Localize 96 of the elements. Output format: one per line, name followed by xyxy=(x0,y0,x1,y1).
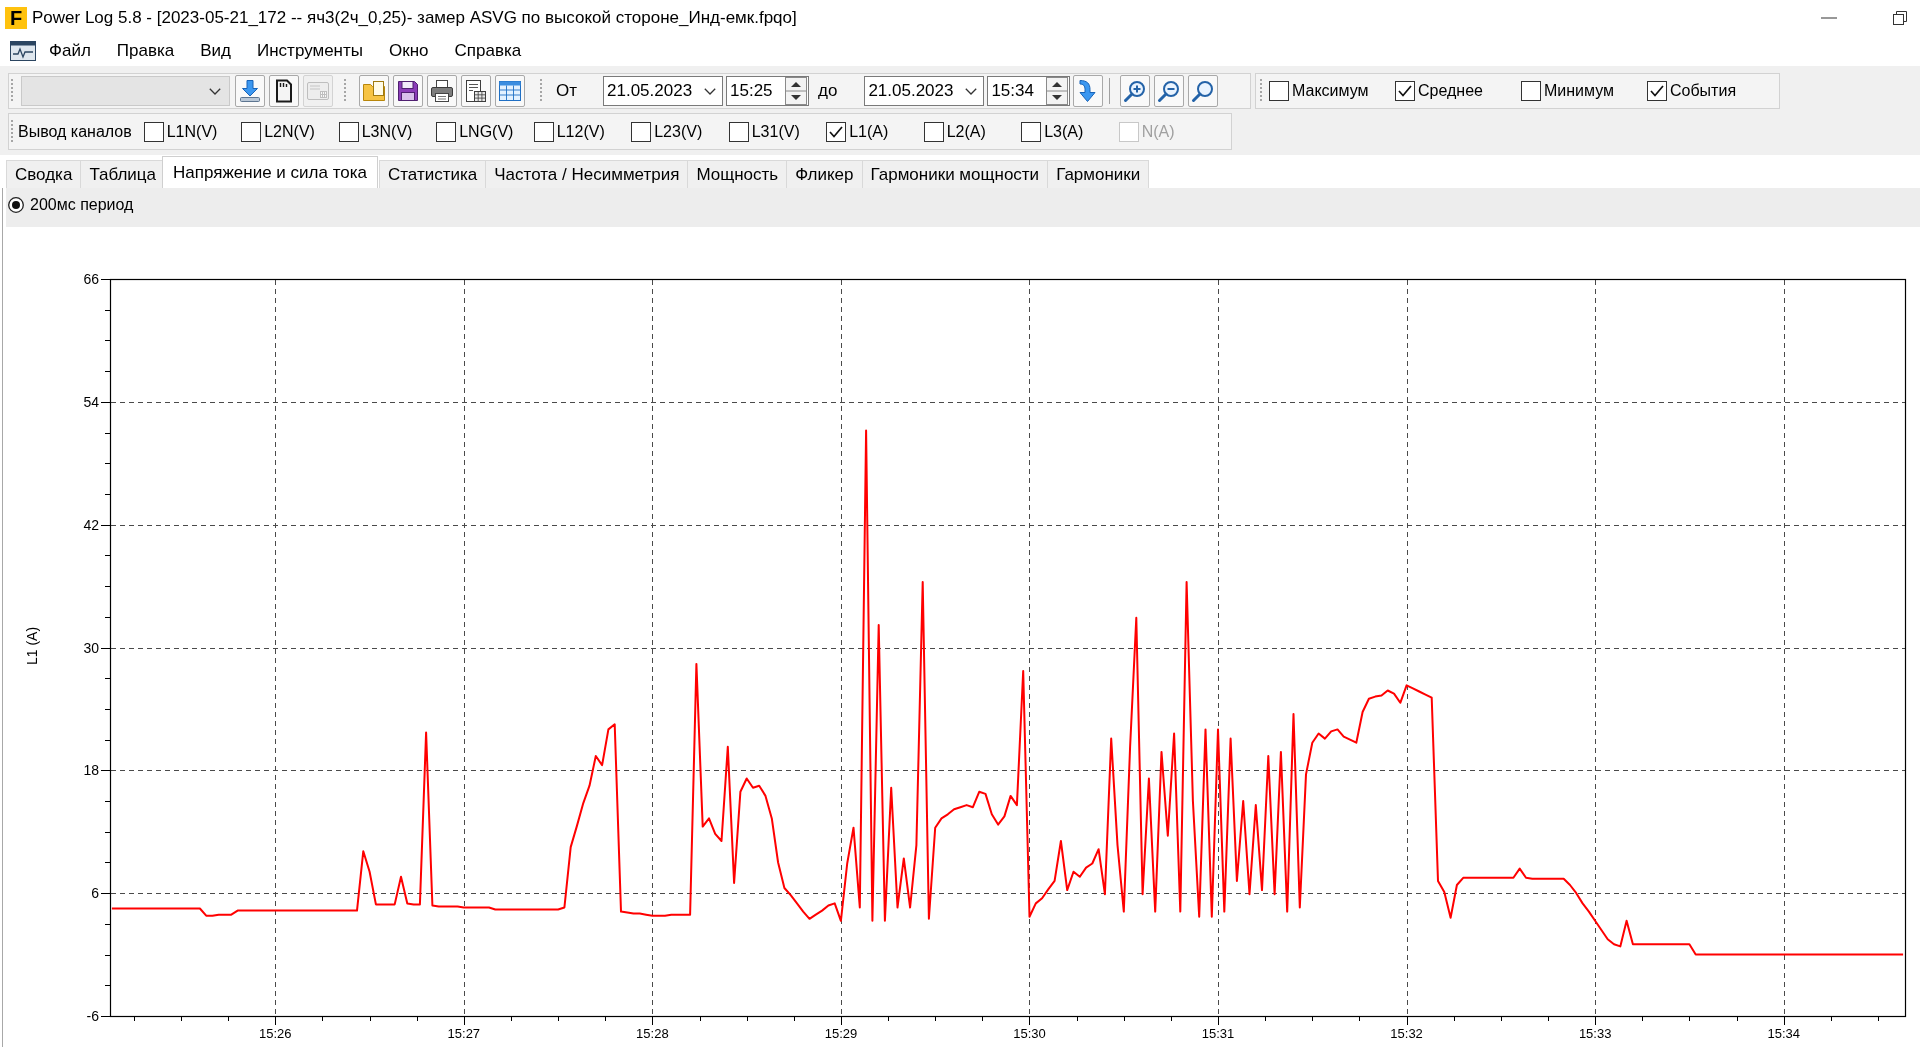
restore-icon[interactable] xyxy=(1893,11,1907,25)
checkbox[interactable] xyxy=(1269,81,1289,101)
checkbox-label: Минимум xyxy=(1544,81,1615,101)
x-tick-label: 15:31 xyxy=(1201,1026,1235,1041)
checkbox[interactable] xyxy=(241,121,262,142)
download-icon xyxy=(238,79,262,103)
y-tick-label: 66 xyxy=(83,271,99,287)
y-tick-label: -6 xyxy=(86,1008,99,1024)
tab[interactable]: Гармоники мощности xyxy=(861,160,1049,188)
checkbox[interactable] xyxy=(338,121,359,142)
x-tick-label: 15:33 xyxy=(1578,1026,1612,1041)
toolbar-label: Вывод каналов xyxy=(18,121,132,142)
x-tick-label: 15:28 xyxy=(636,1026,669,1041)
checkbox-label: Максимум xyxy=(1292,81,1369,101)
checkbox[interactable] xyxy=(826,121,847,142)
magnifier-icon xyxy=(1191,79,1216,103)
checkbox-label: L1(A) xyxy=(849,121,889,142)
checkbox[interactable] xyxy=(728,121,749,142)
x-tick-label: 15:27 xyxy=(447,1026,481,1041)
print-icon xyxy=(430,79,454,103)
checkbox[interactable] xyxy=(1647,81,1667,101)
toolbar-button[interactable] xyxy=(269,75,299,107)
checkbox[interactable] xyxy=(533,121,554,142)
folder-icon xyxy=(362,79,386,103)
x-tick-label: 15:29 xyxy=(824,1026,858,1041)
document-icon xyxy=(464,79,488,103)
checkbox-label: N(A) xyxy=(1141,121,1175,142)
checkbox-label: L3N(V) xyxy=(361,121,413,142)
checkbox-label: L3(A) xyxy=(1044,121,1084,142)
y-axis-title: L1 (A) xyxy=(24,626,40,666)
checkbox[interactable] xyxy=(631,121,652,142)
toolbar-button[interactable] xyxy=(393,75,423,107)
zoom-out-icon xyxy=(1157,79,1182,103)
grip-icon[interactable] xyxy=(539,78,543,104)
menu-item[interactable]: Файл xyxy=(36,38,104,64)
radio-button[interactable] xyxy=(8,197,24,213)
tab[interactable]: Напряжение и сила тока xyxy=(162,156,378,188)
spin-arrows-icon[interactable] xyxy=(1046,77,1069,105)
grip-icon[interactable] xyxy=(10,118,14,145)
table-icon xyxy=(498,79,522,103)
device-icon xyxy=(306,79,330,103)
range-label: От xyxy=(556,80,577,102)
zoom-in-icon xyxy=(1123,79,1148,103)
checkbox[interactable] xyxy=(923,121,944,142)
y-tick-label: 54 xyxy=(83,393,99,410)
checkbox-label: Среднее xyxy=(1418,81,1483,101)
time-field[interactable]: 15:25 xyxy=(726,76,809,106)
checkbox[interactable] xyxy=(1395,81,1415,101)
chevron-down-icon[interactable] xyxy=(965,87,978,95)
x-tick-label: 15:26 xyxy=(259,1026,292,1041)
checkbox-label: L2(A) xyxy=(946,121,986,142)
grip-icon[interactable] xyxy=(1259,78,1263,104)
toolbar-button[interactable] xyxy=(427,75,457,107)
range-label: до xyxy=(818,80,838,102)
save-icon xyxy=(396,79,420,103)
menu-item[interactable]: Справка xyxy=(441,38,535,64)
checkbox-label: L31(V) xyxy=(751,121,800,142)
checkbox-label: LNG(V) xyxy=(459,121,514,142)
toolbar-button[interactable] xyxy=(461,75,491,107)
y-tick-label: 42 xyxy=(83,516,99,533)
y-tick-label: 30 xyxy=(83,639,99,656)
tab[interactable]: Статистика xyxy=(379,160,487,188)
x-tick-label: 15:34 xyxy=(1767,1026,1800,1041)
checkbox-label: События xyxy=(1670,81,1737,101)
radio-label: 200мс период xyxy=(30,197,134,213)
y-tick-label: 6 xyxy=(91,885,99,902)
x-tick-label: 15:32 xyxy=(1390,1026,1423,1041)
checkbox[interactable] xyxy=(1521,81,1541,101)
checkbox-label: L2N(V) xyxy=(264,121,315,142)
checkbox-label: L23(V) xyxy=(654,121,703,142)
menu-item[interactable]: Инструменты xyxy=(244,38,376,64)
tab[interactable]: Гармоники xyxy=(1047,160,1150,188)
checkbox[interactable] xyxy=(436,121,457,142)
y-tick-label: 18 xyxy=(83,762,99,779)
tab[interactable]: Частота / Несимметрия xyxy=(485,160,689,188)
date-field[interactable]: 21.05.2023 xyxy=(864,76,985,106)
menu-item[interactable]: Вид xyxy=(187,38,244,64)
chevron-down-icon[interactable] xyxy=(704,87,716,95)
grip-icon[interactable] xyxy=(343,78,347,104)
waveform-window-icon[interactable] xyxy=(10,41,36,61)
tab[interactable]: Мощность xyxy=(687,160,788,188)
menu-item[interactable]: Правка xyxy=(103,38,188,64)
checkbox[interactable] xyxy=(143,121,164,142)
app-logo: F xyxy=(5,7,27,29)
time-field[interactable]: 15:34 xyxy=(987,76,1071,106)
x-tick-label: 15:30 xyxy=(1013,1026,1046,1041)
window-title: Power Log 5.8 - [2023-05-21_172 -- яч3(2ч_0,25)- замер ASVG по высокой стороне_Инд-емк.fpqo] xyxy=(32,7,797,29)
date-field[interactable]: 21.05.2023 xyxy=(603,76,723,106)
spin-arrows-icon[interactable] xyxy=(785,77,807,105)
checkbox-label: L1N(V) xyxy=(166,121,218,142)
checkbox[interactable] xyxy=(1021,121,1042,142)
tab[interactable]: Фликер xyxy=(786,160,863,188)
grip-icon[interactable] xyxy=(10,78,14,104)
tab[interactable]: Сводка xyxy=(6,160,82,188)
checkbox-label: L12(V) xyxy=(556,121,605,142)
menu-item[interactable]: Окно xyxy=(376,38,442,64)
